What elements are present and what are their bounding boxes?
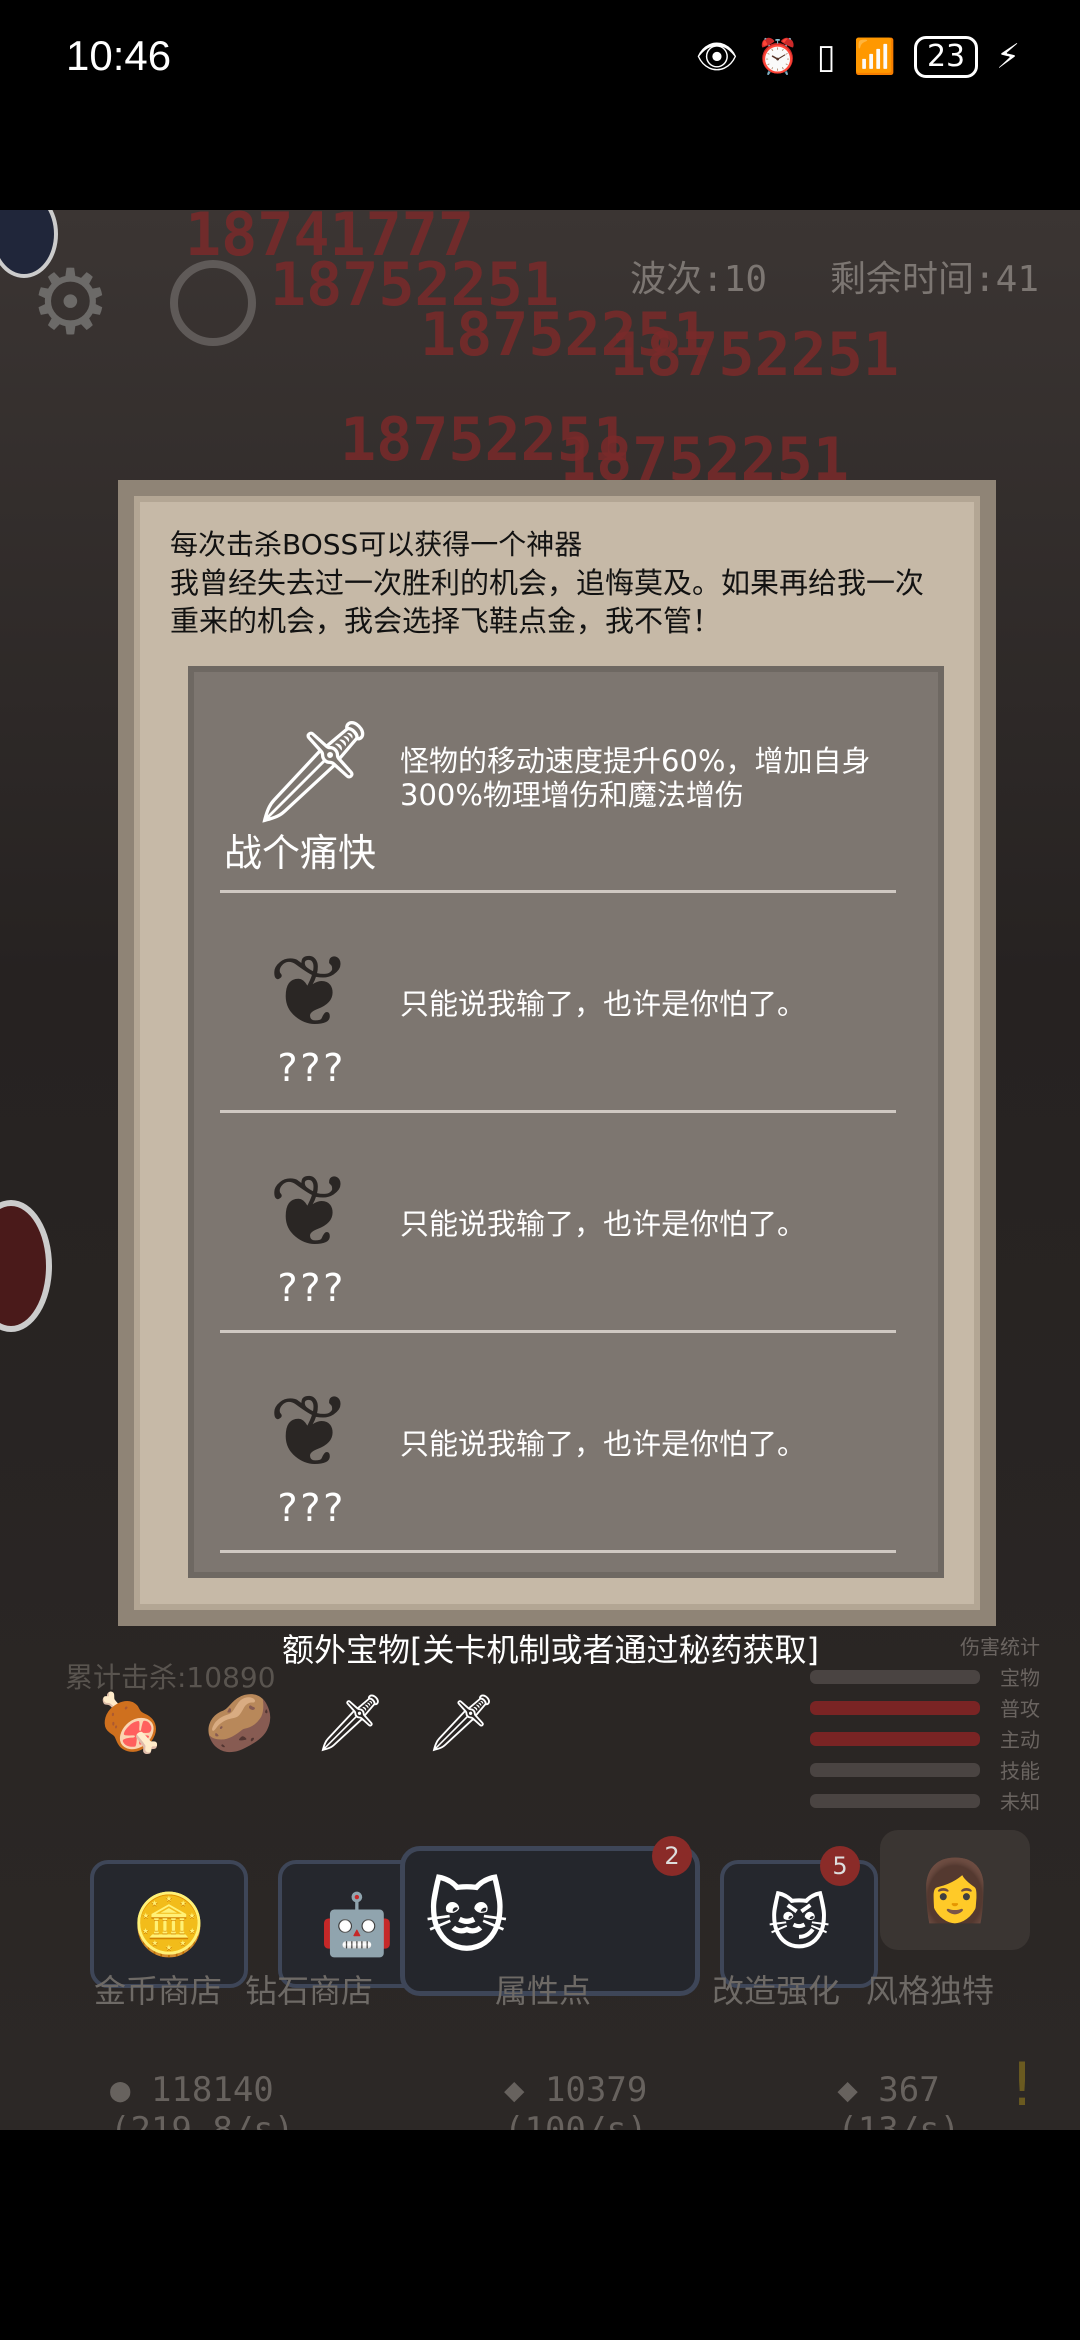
battery-indicator: 23 [913,36,979,78]
status-bar: 10:46 👁 ⏰ ▯ 📶 23 ⚡ [0,0,1080,120]
gold-ingot-icon: 🪙 [131,1889,207,1960]
vibrate-icon: ▯ [816,37,836,77]
artifact-description: 只能说我输了，也许是你怕了。 [400,1427,807,1461]
character-portrait-icon: 👩 [917,1855,993,1926]
artifact-item[interactable]: ❦ ??? 只能说我输了，也许是你怕了。 [220,892,896,1113]
artifact-description: 只能说我输了，也许是你怕了。 [400,1207,807,1241]
extra-treasure-title: 额外宝物[关卡机制或者通过秘药获取] [282,1631,819,1669]
stat-row: 普攻 [810,1692,1040,1723]
artifact-name: ??? [275,1266,345,1310]
sword-icon[interactable]: 🗡 [314,1690,385,1756]
wave-counter: 波次:10 [630,259,768,300]
status-icons: 👁 ⏰ ▯ 📶 23 ⚡ [695,36,1020,78]
modal-line2: 我曾经失去过一次胜利的机会，追悔莫及。如果再给我一次重来的机会，我会选择飞鞋点金… [170,566,925,638]
artifact-item[interactable]: 🗡 战个痛快 怪物的移动速度提升60%，增加自身300%物理增伤和魔法增伤 [220,672,896,893]
gear-icon[interactable]: ⚙ [30,250,111,355]
cat-sword-icon: 🐱 [425,1871,509,1964]
time-remaining: 剩余时间:41 [830,259,1040,300]
alarm-icon: ⏰ [756,37,799,77]
potato-icon[interactable]: 🥔 [205,1690,275,1756]
extra-treasure-list: 🍖 🥔 🗡 🗡 [95,1690,497,1756]
stat-row: 技能 [810,1754,1040,1785]
sword-icon: 🗡 [250,713,377,830]
modal-line1: 每次击杀BOSS可以获得一个神器 [170,528,583,561]
artifact-modal: 每次击杀BOSS可以获得一个神器 我曾经失去过一次胜利的机会，追悔莫及。如果再给… [118,480,996,1626]
alert-icon[interactable]: ! [1010,2050,1034,2120]
eye-icon: 👁 [695,37,739,77]
rose-silhouette-icon: ❦ [268,1153,352,1270]
upgrade-label: 改造强化 [712,1972,841,2010]
charging-icon: ⚡ [996,37,1020,77]
upgrade-badge: 5 [820,1846,860,1886]
gold-shop-label: 金币商店 [94,1972,223,2010]
style-label: 风格独特 [866,1972,995,2010]
rose-silhouette-icon: ❦ [268,933,352,1050]
artifact-name: ??? [275,1486,345,1530]
artifact-name: 战个痛快 [223,831,376,875]
artifact-item[interactable]: ❦ ??? 只能说我输了，也许是你怕了。 [220,1332,896,1553]
damage-stats-panel: 伤害统计 宝物 普攻 主动 技能 未知 [810,1630,1040,1816]
damage-stats-title: 伤害统计 [960,1635,1040,1659]
status-time: 10:46 [66,32,172,79]
modal-header: 每次击杀BOSS可以获得一个神器 我曾经失去过一次胜利的机会，追悔莫及。如果再给… [134,496,980,640]
artifact-description: 怪物的移动速度提升60%，增加自身300%物理增伤和魔法增伤 [400,744,871,812]
artifact-list: 🗡 战个痛快 怪物的移动速度提升60%，增加自身300%物理增伤和魔法增伤 ❦ … [188,666,944,1578]
timer-icon [170,260,256,346]
cat-face-icon: 😼 [767,1889,831,1959]
attribute-badge: 2 [652,1836,692,1876]
stat-row: 未知 [810,1785,1040,1816]
robot-box-icon: 🤖 [319,1889,395,1960]
wifi-icon: 📶 [853,37,896,77]
rose-silhouette-icon: ❦ [268,1373,352,1490]
diamond-shop-label: 钻石商店 [245,1972,374,2010]
artifact-item[interactable]: ❦ ??? 只能说我输了，也许是你怕了。 [220,1112,896,1333]
navigation-area [0,2130,1080,2340]
stat-row: 主动 [810,1723,1040,1754]
stat-row: 宝物 [810,1661,1040,1692]
sword-icon[interactable]: 🗡 [426,1690,497,1756]
artifact-description: 只能说我输了，也许是你怕了。 [400,987,807,1021]
style-character-button[interactable]: 👩 [880,1830,1030,1950]
attribute-points-label: 属性点 [495,1972,592,2010]
meat-icon[interactable]: 🍖 [95,1690,165,1756]
damage-number: 18752251 [610,320,899,390]
artifact-name: ??? [275,1046,345,1090]
